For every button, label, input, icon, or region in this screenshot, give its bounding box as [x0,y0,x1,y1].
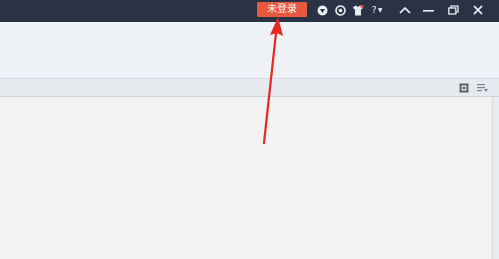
collapse-icon[interactable] [397,3,413,17]
login-button[interactable]: 未登录 [257,2,307,17]
restore-icon[interactable] [446,3,460,17]
filter-icon[interactable] [476,82,488,94]
title-bar: 未登录 ? ▼ [0,0,499,22]
panel-header [0,79,499,97]
shirt-icon[interactable] [351,3,365,17]
help-icon[interactable]: ? ▼ [369,3,385,17]
close-icon[interactable] [471,3,485,17]
content-panel [0,97,493,259]
view-icon[interactable] [458,82,470,94]
toolbar-area [0,22,499,79]
help-label: ? [371,4,377,16]
shield-icon[interactable] [315,3,329,17]
scrollbar-track[interactable] [493,97,499,259]
minimize-icon[interactable] [421,3,435,17]
refresh-icon[interactable] [333,3,347,17]
